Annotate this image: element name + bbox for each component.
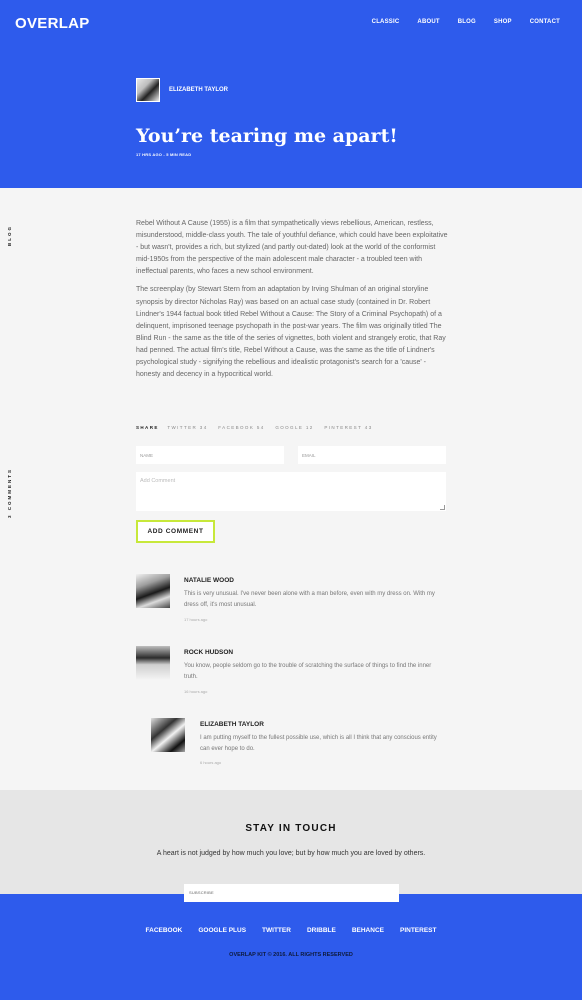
side-label-comments[interactable]: 3 COMMENTS (7, 468, 12, 518)
side-label-blog[interactable]: BLOG (7, 225, 12, 246)
comment-author[interactable]: NATALIE WOOD (184, 577, 234, 584)
share-label: SHARE (136, 425, 159, 430)
share-google[interactable]: GOOGLE 12 (275, 425, 313, 430)
social-pinterest[interactable]: PINTEREST (400, 927, 436, 934)
share-pinterest[interactable]: PINTEREST 43 (324, 425, 372, 430)
email-input[interactable]: EMAIL (298, 446, 446, 464)
comment-text: You know, people seldom go to the troubl… (184, 663, 432, 681)
newsletter-section (0, 790, 582, 894)
add-comment-button[interactable]: ADD COMMENT (136, 520, 215, 543)
nav-classic[interactable]: CLASSIC (372, 19, 400, 25)
logo[interactable]: OVERLAP (15, 15, 90, 32)
comment-time: 16 hours ago (184, 689, 208, 694)
name-input[interactable]: NAME (136, 446, 284, 464)
comment-author[interactable]: ELIZABETH TAYLOR (200, 721, 264, 728)
avatar (136, 646, 170, 680)
article-paragraph: The screenplay (by Stewart Stern from an… (136, 286, 446, 379)
share-facebook[interactable]: FACEBOOK 54 (218, 425, 264, 430)
footer (0, 894, 582, 1000)
social-google-plus[interactable]: GOOGLE PLUS (198, 927, 246, 934)
comment-author[interactable]: ROCK HUDSON (184, 649, 233, 656)
nav-blog[interactable]: BLOG (458, 19, 476, 25)
main-nav: CLASSIC ABOUT BLOG SHOP CONTACT (354, 19, 560, 25)
nav-about[interactable]: ABOUT (417, 19, 439, 25)
newsletter-title: STAY IN TOUCH (245, 823, 337, 834)
avatar (136, 574, 170, 608)
comment-text: I am putting myself to the fullest possi… (200, 735, 437, 753)
comment-time: 6 hours ago (200, 760, 222, 765)
share-twitter[interactable]: TWITTER 34 (167, 425, 207, 430)
copyright: OVERLAP KIT © 2016. ALL RIGHTS RESERVED (229, 952, 353, 958)
avatar (151, 718, 185, 752)
nav-contact[interactable]: CONTACT (530, 19, 560, 25)
author-avatar[interactable] (136, 78, 160, 102)
social-links: FACEBOOK GOOGLE PLUS TWITTER DRIBBLE BEH… (0, 927, 582, 934)
post-title: You’re tearing me apart! (136, 125, 398, 147)
subscribe-input[interactable]: SUBSCRIBE (184, 884, 399, 902)
author-name[interactable]: ELIZABETH TAYLOR (169, 87, 228, 93)
newsletter-quote: A heart is not judged by how much you lo… (156, 850, 426, 857)
post-meta: 17 HRS AGO - 5 MIN READ (136, 152, 192, 157)
social-dribble[interactable]: DRIBBLE (307, 927, 336, 934)
social-facebook[interactable]: FACEBOOK (146, 927, 183, 934)
comment-textarea[interactable]: Add Comment (136, 472, 446, 511)
social-behance[interactable]: BEHANCE (352, 927, 384, 934)
social-twitter[interactable]: TWITTER (262, 927, 291, 934)
share-bar: SHARE TWITTER 34 FACEBOOK 54 GOOGLE 12 P… (136, 425, 381, 430)
comment-time: 17 hours ago (184, 617, 208, 622)
article-paragraph: Rebel Without A Cause (1955) is a film t… (136, 220, 448, 276)
nav-shop[interactable]: SHOP (494, 19, 512, 25)
article-body: Rebel Without A Cause (1955) is a film t… (136, 218, 448, 387)
comment-text: This is very unusual. I've never been al… (184, 591, 435, 609)
